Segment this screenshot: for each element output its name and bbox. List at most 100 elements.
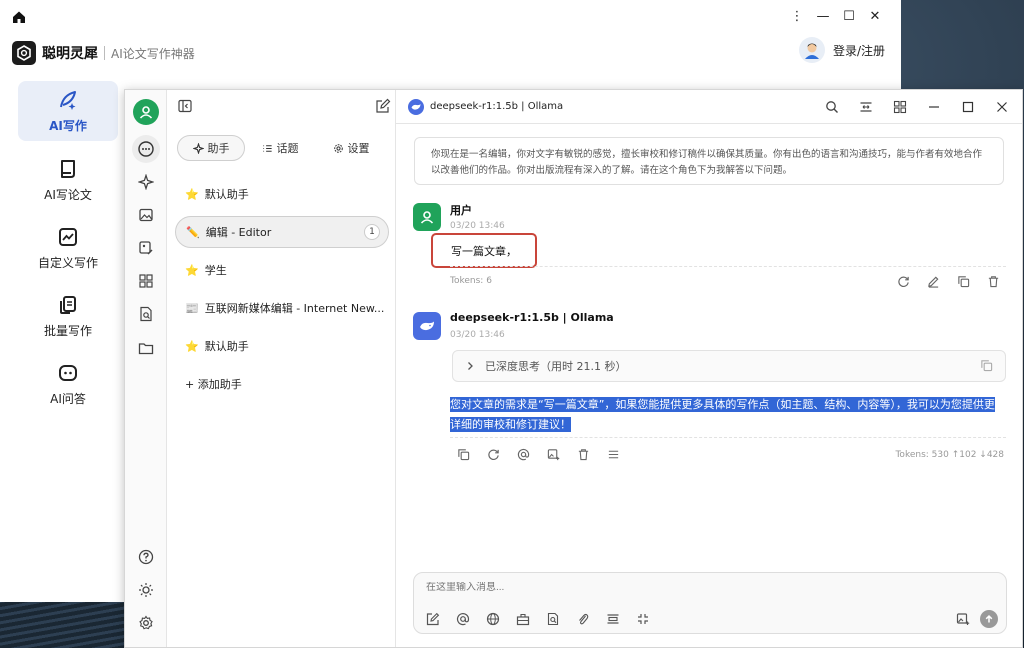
chat-bubble-icon[interactable] <box>132 135 160 163</box>
copy-icon[interactable] <box>954 272 972 290</box>
gear-icon <box>333 143 344 154</box>
doc-search-icon[interactable] <box>136 304 156 324</box>
sparkle-icon[interactable] <box>136 172 156 192</box>
globe-icon[interactable] <box>484 610 502 628</box>
fullscreen-icon[interactable] <box>634 610 652 628</box>
send-button[interactable] <box>980 610 998 628</box>
app-logo-icon <box>12 41 36 65</box>
assistant-panel: 助手 话题 设置 ⭐ 默认助手 ✏️ 编辑 - Editor 1 ⭐ 学生 📰 … <box>167 90 396 647</box>
count-badge: 1 <box>364 224 380 240</box>
toolbox-icon[interactable] <box>514 610 532 628</box>
new-chat-edit-icon[interactable] <box>375 98 391 114</box>
maximize-icon[interactable]: ☐ <box>841 6 857 26</box>
tab-label: 设置 <box>347 142 370 155</box>
assistant-label: 学生 <box>204 264 227 277</box>
login-button[interactable]: 登录/注册 <box>798 37 885 63</box>
refresh-icon[interactable] <box>894 272 912 290</box>
maximize-icon[interactable] <box>958 97 978 117</box>
tab-assistants[interactable]: 助手 <box>177 135 245 161</box>
chat-header-icons <box>822 97 1012 117</box>
message-time: 03/20 13:46 <box>450 330 505 340</box>
outer-titlebar: ⋮ — ☐ ✕ <box>0 0 901 34</box>
delete-icon[interactable] <box>574 445 592 463</box>
nav-label: AI问答 <box>50 391 86 406</box>
input-toolbar <box>424 610 652 628</box>
sidebar-toggle-icon[interactable] <box>177 98 193 114</box>
brand-name: 聪明灵犀 <box>42 46 98 62</box>
image-icon[interactable] <box>136 205 156 225</box>
expand-width-icon[interactable] <box>856 97 876 117</box>
tab-settings[interactable]: 设置 <box>315 135 387 161</box>
mention-icon[interactable] <box>454 610 472 628</box>
nav-custom-writing[interactable]: 自定义写作 <box>18 218 118 278</box>
outer-window-controls: ⋮ — ☐ ✕ <box>789 6 883 26</box>
grid-icon[interactable] <box>890 97 910 117</box>
tab-topics[interactable]: 话题 <box>245 135 315 161</box>
user-avatar-icon <box>413 203 441 231</box>
close-icon[interactable] <box>992 97 1012 117</box>
login-label: 登录/注册 <box>832 43 885 58</box>
doc-search-icon[interactable] <box>544 610 562 628</box>
image-edit-icon[interactable] <box>136 238 156 258</box>
image-add-icon[interactable] <box>954 610 972 628</box>
model-selector[interactable]: deepseek-r1:1.5b | Ollama <box>430 101 563 112</box>
sparkle-icon <box>192 142 204 154</box>
settings-gear-icon[interactable] <box>136 613 156 633</box>
copy-docs-icon <box>57 294 79 316</box>
nav-label: AI写作 <box>49 118 87 133</box>
deep-thinking-toggle[interactable]: 已深度思考（用时 21.1 秒） <box>452 350 1006 382</box>
clear-context-icon[interactable] <box>604 610 622 628</box>
minimize-icon[interactable]: — <box>815 6 831 26</box>
desktop-wave <box>0 600 130 648</box>
system-prompt[interactable]: 你现在是一名编辑，你对文字有敏锐的感觉，擅长审校和修订稿件以确保其质量。你有出色… <box>414 137 1004 185</box>
list-item-assistant[interactable]: ⭐ 默认助手 <box>175 330 389 362</box>
nav-ai-qa[interactable]: AI问答 <box>18 354 118 414</box>
message-author: deepseek-r1:1.5b | Ollama <box>450 311 614 324</box>
new-topic-icon[interactable] <box>424 610 442 628</box>
nav-label: 批量写作 <box>43 323 92 338</box>
star-icon: ⭐ <box>185 339 199 353</box>
tab-label: 助手 <box>207 142 230 155</box>
copy-icon[interactable] <box>454 445 472 463</box>
copy-icon[interactable] <box>980 359 993 372</box>
user-message-actions <box>894 272 1002 290</box>
assistant-label: 互联网新媒体编辑 - Internet New... <box>204 302 385 315</box>
help-icon[interactable] <box>136 547 156 567</box>
outer-nav: AI写作 AI写论文 自定义写作 批量写作 AI问答 <box>0 72 135 602</box>
user-avatar-icon[interactable] <box>133 99 159 125</box>
list-item-assistant[interactable]: ✏️ 编辑 - Editor 1 <box>175 216 389 248</box>
divider <box>450 437 1006 438</box>
nav-ai-paper[interactable]: AI写论文 <box>18 150 118 210</box>
theme-sun-icon[interactable] <box>136 580 156 600</box>
edit-icon[interactable] <box>924 272 942 290</box>
apps-grid-icon[interactable] <box>136 271 156 291</box>
more-menu-icon[interactable] <box>604 445 622 463</box>
minimize-icon[interactable] <box>924 97 944 117</box>
menu-icon[interactable]: ⋮ <box>789 6 805 26</box>
nav-label: AI写论文 <box>44 187 92 202</box>
paperclip-icon[interactable] <box>574 610 592 628</box>
message-input[interactable] <box>426 582 986 593</box>
nav-ai-writing[interactable]: AI写作 <box>18 81 118 141</box>
delete-icon[interactable] <box>984 272 1002 290</box>
home-icon[interactable] <box>12 10 26 24</box>
nav-batch-writing[interactable]: 批量写作 <box>18 286 118 346</box>
add-assistant-button[interactable]: + 添加助手 <box>175 368 389 400</box>
search-icon[interactable] <box>822 97 842 117</box>
token-count: Tokens: 530 ↑102 ↓428 <box>895 450 1004 460</box>
mention-icon[interactable] <box>514 445 532 463</box>
robot-chat-icon <box>57 362 79 384</box>
brand-row: 聪明灵犀 AI论文写作神器 登录/注册 <box>0 34 901 72</box>
message-time: 03/20 13:46 <box>450 221 505 231</box>
brand-subtitle: AI论文写作神器 <box>111 46 195 61</box>
folder-icon[interactable] <box>136 338 156 358</box>
list-item-assistant[interactable]: ⭐ 学生 <box>175 254 389 286</box>
selected-answer-text: 您对文章的需求是“写一篇文章”，如果您能提供更多具体的写作点（如主题、结构、内容… <box>450 397 995 432</box>
bot-message-text: 您对文章的需求是“写一篇文章”，如果您能提供更多具体的写作点（如主题、结构、内容… <box>450 395 1002 435</box>
close-icon[interactable]: ✕ <box>867 6 883 26</box>
list-item-assistant[interactable]: ⭐ 默认助手 <box>175 178 389 210</box>
refresh-icon[interactable] <box>484 445 502 463</box>
image-add-icon[interactable] <box>544 445 562 463</box>
chart-box-icon <box>57 226 79 248</box>
list-item-assistant[interactable]: 📰 互联网新媒体编辑 - Internet New... <box>175 292 389 324</box>
